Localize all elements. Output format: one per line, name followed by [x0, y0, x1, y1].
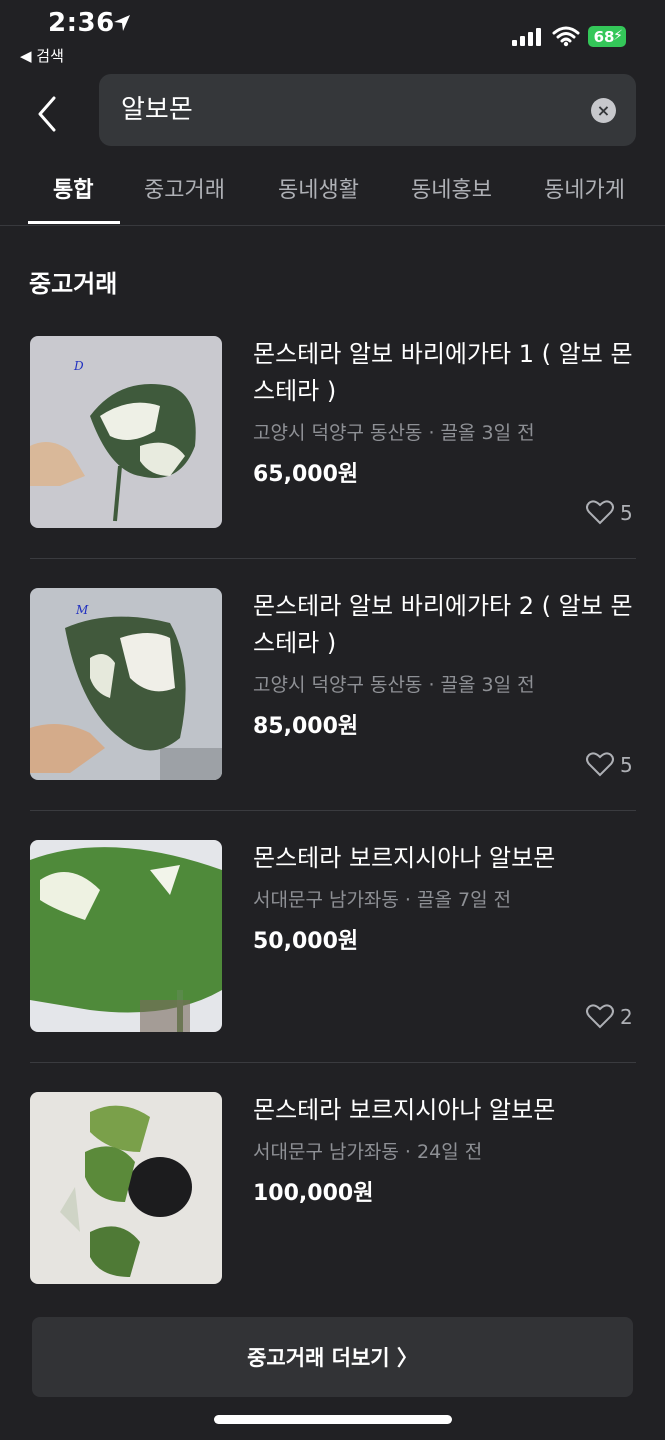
active-tab-underline: [28, 221, 120, 224]
item-price: 100,000원: [253, 1181, 374, 1206]
item-meta: 서대문구 남가좌동 · 24일 전: [253, 1141, 483, 1163]
tab-neighborhood-promo[interactable]: 동네홍보: [411, 172, 492, 204]
search-bar[interactable]: ×: [99, 74, 636, 146]
clear-search-icon[interactable]: ×: [591, 98, 616, 123]
item-meta: 고양시 덕양구 동산동 · 끌올 3일 전: [253, 674, 535, 696]
back-to-app-link[interactable]: ◀ 검색: [20, 45, 64, 66]
heart-icon: [586, 752, 614, 777]
divider: [30, 558, 636, 559]
item-title: 몬스테라 보르지시아나 알보몬: [253, 844, 556, 872]
wifi-icon: [552, 26, 580, 47]
tab-all[interactable]: 통합: [53, 172, 93, 204]
tab-neighborhood-store[interactable]: 동네가게: [544, 172, 625, 204]
battery-level: 68: [593, 27, 615, 46]
item-location: 서대문구 남가좌동: [253, 889, 399, 911]
item-time: 끌올 7일 전: [417, 889, 512, 911]
see-more-used-trade-button[interactable]: 중고거래 더보기 〉: [32, 1317, 633, 1397]
item-location: 고양시 덕양구 동산동: [253, 422, 423, 444]
product-photo: [30, 1092, 222, 1284]
location-arrow-icon: [114, 15, 130, 31]
signal-icon: [512, 28, 541, 46]
likes-count[interactable]: 2: [586, 1004, 633, 1029]
likes-count[interactable]: 5: [586, 500, 633, 525]
battery-indicator: 68 ⚡: [588, 26, 626, 47]
heart-icon: [586, 500, 614, 525]
product-photo: M: [30, 588, 222, 780]
item-title: 몬스테라 보르지시아나 알보몬: [253, 1096, 556, 1124]
tab-bar: 통합 중고거래 동네생활 동네홍보 동네가게: [0, 160, 665, 226]
item-time: 끌올 3일 전: [440, 422, 535, 444]
tab-used-trade[interactable]: 중고거래: [144, 172, 225, 204]
list-item[interactable]: M 몬스테라 알보 바리에가타 2 ( 알보 몬스테라 ) 고양시 덕양구 동산…: [0, 588, 665, 840]
product-photo: [30, 840, 222, 1032]
item-title: 몬스테라 알보 바리에가타 1 ( 알보 몬스테라 ): [253, 340, 633, 405]
photo-mark: D: [73, 359, 84, 373]
item-price: 65,000원: [253, 462, 359, 487]
photo-mark: M: [75, 603, 89, 617]
item-time: 끌올 3일 전: [440, 674, 535, 696]
tab-neighborhood-life[interactable]: 동네생활: [278, 172, 359, 204]
product-photo: D: [30, 336, 222, 528]
item-title: 몬스테라 알보 바리에가타 2 ( 알보 몬스테라 ): [253, 592, 633, 657]
heart-icon: [586, 1004, 614, 1029]
item-time: 24일 전: [417, 1141, 483, 1163]
item-price: 50,000원: [253, 929, 359, 954]
list-item[interactable]: 몬스테라 보르지시아나 알보몬 서대문구 남가좌동 · 24일 전 100,00…: [0, 1092, 665, 1344]
item-meta: 서대문구 남가좌동 · 끌올 7일 전: [253, 889, 512, 911]
search-input[interactable]: [121, 92, 561, 122]
item-meta: 고양시 덕양구 동산동 · 끌올 3일 전: [253, 422, 535, 444]
item-price: 85,000원: [253, 714, 359, 739]
list-item[interactable]: 몬스테라 보르지시아나 알보몬 서대문구 남가좌동 · 끌올 7일 전 50,0…: [0, 840, 665, 1092]
status-time: 2:36: [48, 8, 115, 38]
home-indicator[interactable]: [214, 1415, 452, 1424]
item-location: 고양시 덕양구 동산동: [253, 674, 423, 696]
divider: [30, 1062, 636, 1063]
likes-count[interactable]: 5: [586, 752, 633, 777]
charging-bolt-icon: ⚡: [613, 28, 623, 44]
section-title: 중고거래: [29, 270, 118, 298]
back-arrow-icon[interactable]: [28, 90, 68, 138]
item-location: 서대문구 남가좌동: [253, 1141, 399, 1163]
divider: [30, 810, 636, 811]
list-item[interactable]: D 몬스테라 알보 바리에가타 1 ( 알보 몬스테라 ) 고양시 덕양구 동산…: [0, 336, 665, 588]
